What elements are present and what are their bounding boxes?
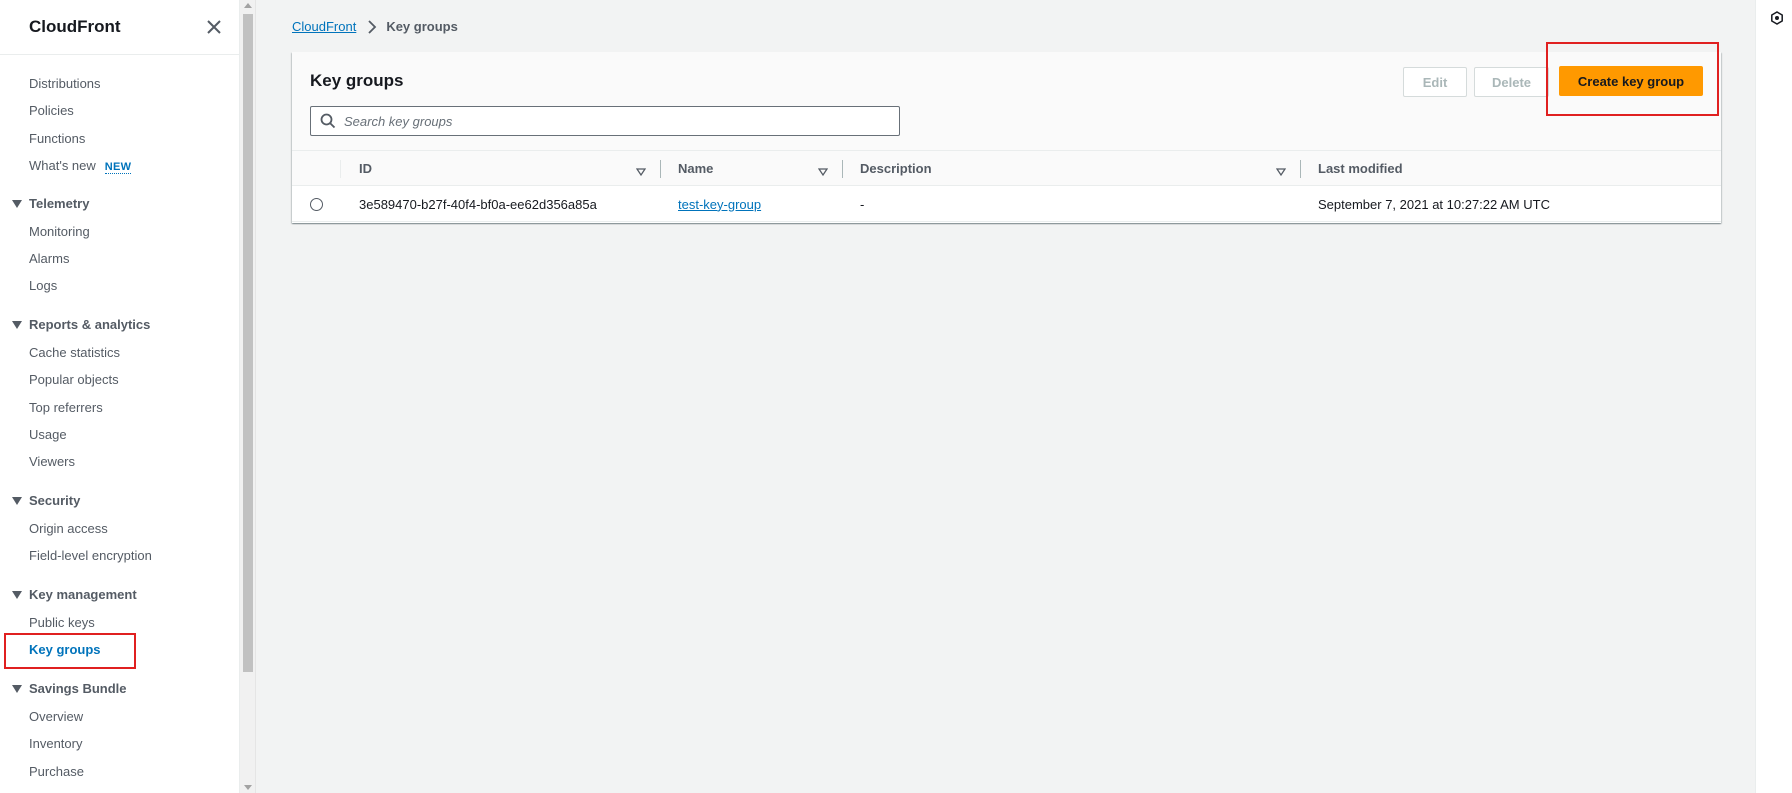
breadcrumb-cloudfront-link[interactable]: CloudFront <box>292 19 356 34</box>
sidebar-item-top-referrers[interactable]: Top referrers <box>29 400 103 415</box>
sidebar-item-alarms[interactable]: Alarms <box>29 251 69 266</box>
page-title: Key groups <box>310 71 404 90</box>
column-divider[interactable] <box>842 160 843 178</box>
table-header: ID Name Description Last modified <box>292 150 1721 186</box>
sidebar-item-field-level-encryption[interactable]: Field-level encryption <box>29 548 152 563</box>
sidebar-item-overview[interactable]: Overview <box>29 709 83 724</box>
sidebar-header: CloudFront <box>0 0 239 55</box>
column-header-name[interactable]: Name <box>678 151 713 186</box>
sidebar-item-label: What's new <box>29 158 96 173</box>
section-label: Key management <box>29 587 137 602</box>
sidebar-scrollbar[interactable] <box>240 0 256 793</box>
sort-down-icon[interactable] <box>635 164 647 177</box>
column-label: Name <box>678 161 714 176</box>
caret-down-icon <box>12 496 22 505</box>
sidebar-item-cache-statistics[interactable]: Cache statistics <box>29 345 120 360</box>
sidebar-item-inventory[interactable]: Inventory <box>29 736 82 751</box>
sidebar-item-distributions[interactable]: Distributions <box>29 76 101 91</box>
panel-header: Key groups Edit Delete Create key group <box>292 52 1721 150</box>
key-group-name-link[interactable]: test-key-group <box>678 197 761 212</box>
app-root: CloudFront Distributions Policies Functi… <box>0 0 1792 793</box>
sidebar-item-popular-objects[interactable]: Popular objects <box>29 372 119 387</box>
section-savings-bundle[interactable]: Savings Bundle <box>12 681 127 696</box>
column-label: Description <box>860 161 932 176</box>
sidebar-item-policies[interactable]: Policies <box>29 103 74 118</box>
caret-down-icon <box>12 684 22 693</box>
cell-id: 3e589470-b27f-40f4-bf0a-ee62d356a85a <box>359 196 597 212</box>
column-header-id[interactable]: ID <box>359 151 372 186</box>
scroll-down-arrow-icon[interactable] <box>244 785 252 790</box>
column-label: ID <box>359 161 372 176</box>
chevron-right-icon <box>367 19 377 34</box>
sidebar-title: CloudFront <box>29 17 121 36</box>
cell-last-modified: September 7, 2021 at 10:27:22 AM UTC <box>1318 196 1550 212</box>
search-icon <box>320 113 336 129</box>
scroll-thumb[interactable] <box>243 14 253 672</box>
edit-button[interactable]: Edit <box>1403 67 1467 97</box>
section-label: Telemetry <box>29 196 90 211</box>
scroll-up-arrow-icon[interactable] <box>244 3 252 8</box>
section-label: Security <box>29 493 81 508</box>
section-security[interactable]: Security <box>12 493 80 508</box>
breadcrumb: CloudFront Key groups <box>292 19 458 34</box>
column-divider[interactable] <box>660 160 661 178</box>
sidebar: CloudFront Distributions Policies Functi… <box>0 0 240 793</box>
sidebar-item-purchase[interactable]: Purchase <box>29 764 84 779</box>
sort-down-icon[interactable] <box>817 164 829 177</box>
sidebar-item-usage[interactable]: Usage <box>29 427 67 442</box>
search-box[interactable] <box>310 106 900 136</box>
sidebar-item-monitoring[interactable]: Monitoring <box>29 224 90 239</box>
delete-button[interactable]: Delete <box>1474 67 1549 97</box>
cell-description: - <box>860 196 865 212</box>
sidebar-item-logs[interactable]: Logs <box>29 278 57 293</box>
caret-down-icon <box>12 320 22 329</box>
key-groups-table: ID Name Description Last modified 3e5894… <box>292 150 1721 222</box>
sidebar-item-whats-new[interactable]: What's new NEW <box>29 158 132 174</box>
key-groups-panel: Key groups Edit Delete Create key group … <box>292 52 1721 223</box>
section-label: Reports & analytics <box>29 317 151 332</box>
section-label: Savings Bundle <box>29 681 127 696</box>
sidebar-item-functions[interactable]: Functions <box>29 131 85 146</box>
section-key-management[interactable]: Key management <box>12 587 137 602</box>
close-icon[interactable] <box>203 16 225 38</box>
sidebar-item-public-keys[interactable]: Public keys <box>29 615 95 630</box>
sort-down-icon[interactable] <box>1275 164 1287 177</box>
column-label: Last modified <box>1318 161 1403 176</box>
section-reports-analytics[interactable]: Reports & analytics <box>12 317 150 332</box>
search-input[interactable] <box>344 113 884 129</box>
column-divider <box>340 160 341 178</box>
column-header-description[interactable]: Description <box>860 151 932 186</box>
sidebar-item-viewers[interactable]: Viewers <box>29 454 75 469</box>
create-key-group-button[interactable]: Create key group <box>1559 66 1703 96</box>
new-badge: NEW <box>104 161 132 174</box>
sidebar-item-origin-access[interactable]: Origin access <box>29 521 108 536</box>
table-row[interactable]: 3e589470-b27f-40f4-bf0a-ee62d356a85a tes… <box>292 186 1721 222</box>
column-divider[interactable] <box>1300 160 1301 178</box>
sidebar-item-key-groups[interactable]: Key groups <box>29 642 101 657</box>
breadcrumb-current: Key groups <box>386 19 458 34</box>
caret-down-icon <box>12 199 22 208</box>
caret-down-icon <box>12 590 22 599</box>
cell-name: test-key-group <box>678 186 761 222</box>
settings-hexagon-icon[interactable] <box>1770 11 1784 25</box>
right-tool-strip <box>1755 0 1792 793</box>
section-telemetry[interactable]: Telemetry <box>12 196 89 211</box>
column-header-last-modified[interactable]: Last modified <box>1318 151 1403 186</box>
row-select-radio[interactable] <box>310 198 323 211</box>
